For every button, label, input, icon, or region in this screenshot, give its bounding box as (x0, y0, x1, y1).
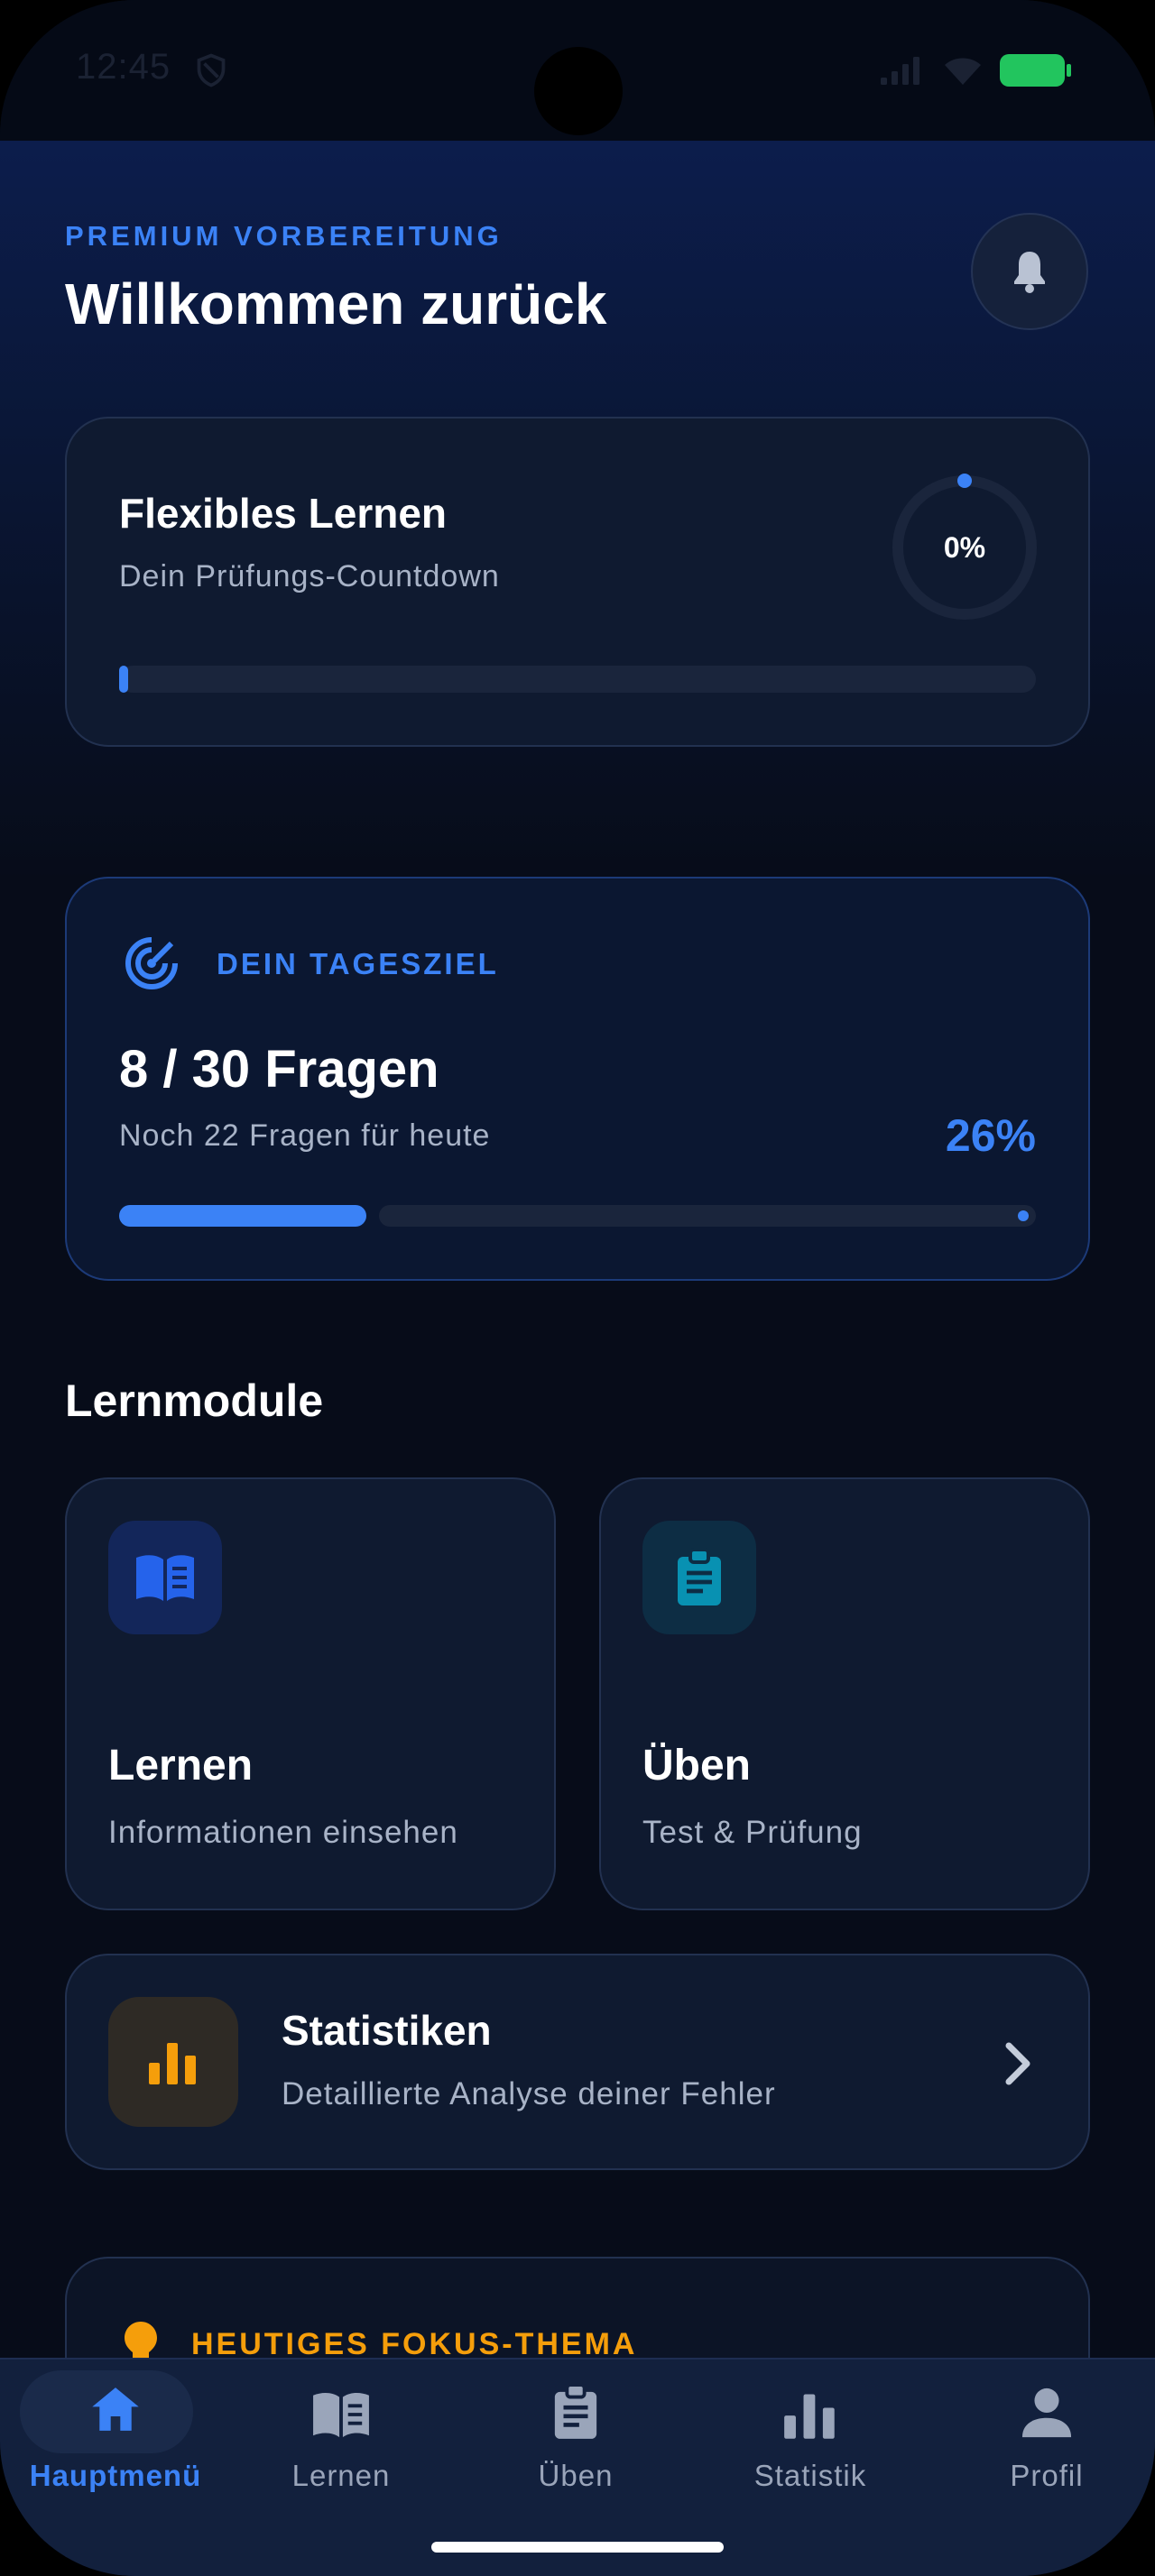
status-time: 12:45 (76, 47, 171, 87)
module-practice-subtitle: Test & Prüfung (642, 1815, 863, 1850)
daily-goal-progress-end-dot (1018, 1210, 1029, 1221)
wifi-icon (945, 58, 981, 85)
nav-item-practice[interactable]: Üben (460, 2360, 691, 2540)
status-bar: 12:45 (0, 0, 1155, 141)
person-icon (1021, 2387, 1072, 2438)
modules-section-title: Lernmodule (65, 1375, 324, 1426)
countdown-percent: 0% (943, 530, 986, 564)
nav-label-profile: Profil (1010, 2459, 1084, 2492)
daily-goal-label: DEIN TAGESZIEL (217, 947, 499, 980)
module-learn-subtitle: Informationen einsehen (108, 1815, 458, 1850)
nav-item-home[interactable]: Hauptmenü (0, 2360, 231, 2540)
bell-icon (1014, 252, 1045, 293)
nav-label-practice: Üben (538, 2459, 614, 2492)
signal-icon (881, 57, 919, 85)
status-indicators (879, 52, 1071, 88)
bar-chart-icon (784, 2394, 835, 2439)
chevron-right-icon (1005, 2042, 1030, 2085)
countdown-subtitle: Dein Prüfungs-Countdown (119, 559, 500, 593)
statistics-icon-tile (108, 1997, 238, 2127)
module-practice-icon-tile (642, 1521, 756, 1634)
nav-item-profile[interactable]: Profil (931, 2360, 1155, 2540)
daily-goal-progress-fill (119, 1205, 366, 1227)
daily-goal-subtitle: Noch 22 Fragen für heute (119, 1118, 491, 1153)
countdown-title: Flexibles Lernen (119, 490, 448, 537)
statistics-subtitle: Detaillierte Analyse deiner Fehler (282, 2076, 776, 2111)
nav-label-home: Hauptmenü (29, 2459, 202, 2492)
notifications-button[interactable] (971, 213, 1088, 330)
module-learn-icon-tile (108, 1521, 222, 1634)
header-eyebrow: PREMIUM VORBEREITUNG (65, 220, 503, 252)
home-icon (92, 2387, 139, 2431)
daily-goal-progress-remaining (379, 1205, 1036, 1227)
module-card-practice[interactable]: Üben Test & Prüfung (599, 1477, 1090, 1910)
countdown-card[interactable]: Flexibles Lernen Dein Prüfungs-Countdown… (65, 417, 1090, 747)
clipboard-icon (678, 1548, 721, 1605)
module-card-learn[interactable]: Lernen Informationen einsehen (65, 1477, 556, 1910)
clipboard-icon (554, 2383, 597, 2439)
home-indicator[interactable] (431, 2542, 724, 2553)
daily-goal-card[interactable]: DEIN TAGESZIEL 8 / 30 Fragen Noch 22 Fra… (65, 877, 1090, 1281)
camera-cutout (534, 47, 623, 135)
target-icon (125, 936, 179, 989)
module-practice-title: Üben (642, 1742, 751, 1789)
statistics-title: Statistiken (282, 2007, 492, 2054)
bar-chart-icon (149, 2043, 196, 2084)
shield-icon (197, 53, 226, 87)
daily-goal-progress-bar (119, 1205, 1036, 1227)
statistics-card[interactable]: Statistiken Detaillierte Analyse deiner … (65, 1954, 1090, 2170)
battery-icon (1000, 54, 1071, 87)
book-icon (136, 1555, 194, 1601)
page-title: Willkommen zurück (65, 271, 607, 336)
nav-label-learn: Lernen (291, 2459, 391, 2492)
phone-screen: 12:45 PREMIUM VORBEREITUNG Willkommen zu… (0, 0, 1155, 2576)
daily-goal-count: 8 / 30 Fragen (119, 1040, 439, 1099)
module-learn-title: Lernen (108, 1742, 254, 1789)
book-icon (313, 2393, 369, 2438)
nav-item-learn[interactable]: Lernen (226, 2360, 457, 2540)
nav-item-statistics[interactable]: Statistik (695, 2360, 926, 2540)
countdown-progress-bar (119, 666, 1036, 693)
nav-label-statistics: Statistik (753, 2459, 867, 2492)
countdown-progress-fill (119, 666, 128, 693)
daily-goal-percent: 26% (945, 1110, 1036, 1161)
